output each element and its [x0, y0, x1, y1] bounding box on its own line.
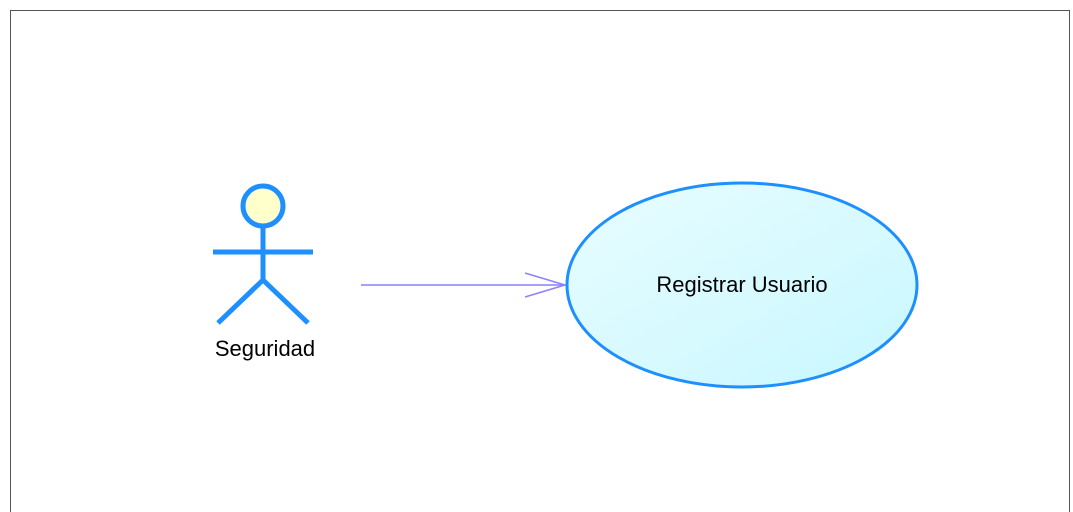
use-case-label: Registrar Usuario [656, 272, 828, 297]
diagram-svg [213, 181, 919, 389]
actor-head [240, 183, 286, 229]
diagram-canvas: Seguridad Registrar Usuario [0, 0, 1073, 512]
association-line[interactable] [361, 272, 568, 298]
actor-figure[interactable] [213, 183, 313, 325]
actor-left-leg [216, 278, 265, 325]
actor-label: Seguridad [214, 336, 316, 361]
actor-right-leg [261, 278, 310, 325]
